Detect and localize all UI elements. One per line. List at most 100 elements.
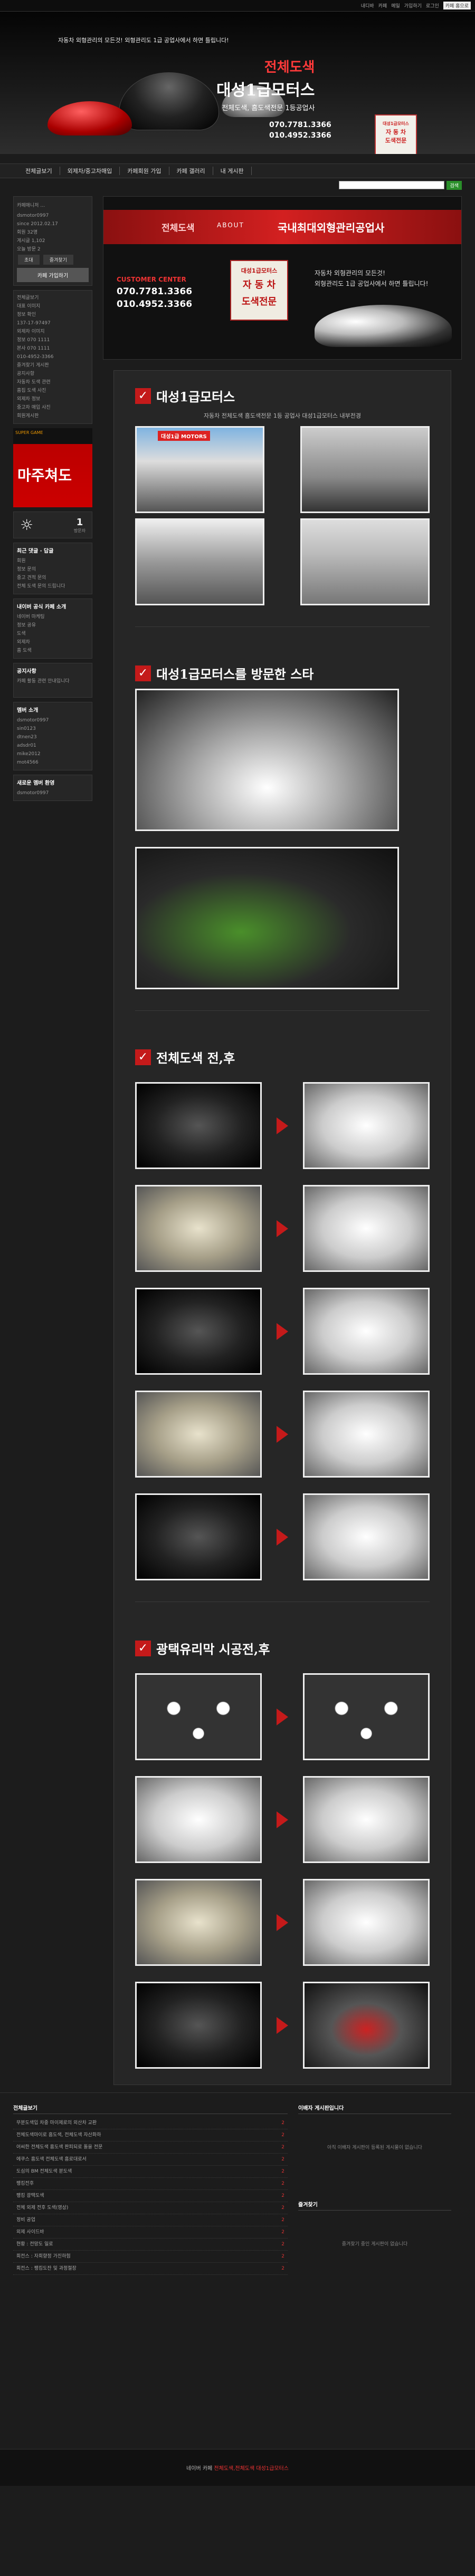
post-row[interactable]: 어씨한 전체도색 흠도색 판피되로 돌을 전문 2 — [13, 2141, 288, 2154]
member-2[interactable]: dtnen23 — [17, 733, 89, 741]
section-title: 대성1급모터스 — [156, 389, 235, 404]
menu-item-14[interactable]: 회원게시판 — [17, 412, 89, 420]
post-row[interactable]: 외제 사이드바 2 — [13, 2226, 288, 2239]
cafe-home-select[interactable]: 카페 홈으로 — [443, 2, 471, 9]
menu-item-0[interactable]: 전체글보기 — [17, 294, 89, 302]
nav-item-2[interactable]: 카페회원 가입 — [120, 167, 169, 175]
naver-item-1[interactable]: 정보 공유 — [17, 621, 89, 630]
menu-item-9[interactable]: 공지사항 — [17, 370, 89, 378]
star-photo[interactable] — [135, 689, 399, 831]
star-photo[interactable] — [135, 847, 399, 989]
topbar-item-0[interactable]: 내디바 — [361, 2, 374, 9]
topbar-item-2[interactable]: 메일 — [391, 2, 400, 9]
search-input[interactable] — [339, 181, 445, 189]
manager-name[interactable]: dsmotor0997 — [17, 211, 89, 220]
menu-item-3[interactable]: 137-17-97497 — [17, 319, 89, 327]
after-photo[interactable] — [303, 1493, 430, 1580]
menu-item-2[interactable]: 정보 확인 — [17, 311, 89, 319]
header-brand-name: 대성1급모터스 — [216, 81, 315, 100]
member-4[interactable]: mike2012 — [17, 750, 89, 758]
menu-item-10[interactable]: 자동차 도색 관련 — [17, 378, 89, 387]
chat-button[interactable]: 1:1 대화 — [41, 201, 89, 210]
post-row[interactable]: 에쿠스 흠도색 전체도색 흠로대로서 2 — [13, 2154, 288, 2166]
menu-item-5[interactable]: 정보 070 1111 — [17, 336, 89, 344]
member-1[interactable]: sin0123 — [17, 725, 89, 733]
topbar-item-1[interactable]: 카페 — [378, 2, 387, 9]
before-photo[interactable] — [135, 1776, 262, 1863]
shop-photo[interactable] — [300, 518, 430, 605]
nav-item-3[interactable]: 카페 갤러리 — [169, 167, 213, 175]
after-photo[interactable] — [303, 1879, 430, 1966]
recent-item-0[interactable]: 회원 — [17, 557, 89, 565]
nav-item-0[interactable]: 전체글보기 — [18, 167, 60, 175]
menu-item-1[interactable]: 대표 이미지 — [17, 302, 89, 311]
content-area: 전체도색 ABOUT 국내최대외형관리공업사 CUSTOMER CENTER 0… — [103, 196, 462, 2085]
naver-panel: 내이버 공식 카페 소개 네이버 마케팅 정보 공유 도색 외제차 흠 도색 — [13, 599, 92, 659]
after-photo[interactable] — [303, 1288, 430, 1375]
header-stamp-line-1: 자 동 차 — [385, 129, 406, 136]
favorite-button[interactable]: 즐겨찾기 — [43, 255, 73, 265]
post-row[interactable]: 팽킹 광택도색 2 — [13, 2190, 288, 2202]
naver-item-3[interactable]: 외제차 — [17, 638, 89, 647]
new-member-0[interactable]: dsmotor0997 — [17, 789, 89, 797]
search-button[interactable]: 검색 — [446, 180, 462, 190]
after-photo[interactable] — [303, 1673, 430, 1760]
naver-item-4[interactable]: 흠 도색 — [17, 647, 89, 655]
recent-item-2[interactable]: 중고 견적 문의 — [17, 574, 89, 582]
before-photo[interactable] — [135, 1879, 262, 1966]
before-after-pair — [135, 1391, 430, 1478]
menu-item-11[interactable]: 흠집 도색 사진 — [17, 387, 89, 395]
post-row[interactable]: 현황 : 전망도 일로 2 — [13, 2239, 288, 2251]
menu-item-8[interactable]: 즐겨찾기 게시판 — [17, 361, 89, 370]
after-photo[interactable] — [303, 1185, 430, 1272]
shop-photo[interactable] — [135, 518, 264, 605]
sidebar-ad[interactable]: SUPER GAME 마주쳐도 — [13, 428, 92, 507]
stat-0: since 2012.02.17 — [17, 221, 58, 227]
search-row: 검색 — [0, 178, 475, 192]
before-photo[interactable] — [135, 1288, 262, 1375]
check-icon: ✓ — [135, 1049, 151, 1065]
shop-photo[interactable]: 대성1급 MOTORS — [135, 426, 264, 513]
footer-brand[interactable]: 전체도색,전체도색 대성1급모터스 — [214, 2464, 289, 2472]
before-photo[interactable] — [135, 1982, 262, 2069]
before-photo[interactable] — [135, 1673, 262, 1760]
menu-item-12[interactable]: 외제차 정보 — [17, 395, 89, 403]
recent-item-3[interactable]: 전체 도색 문의 드립니다 — [17, 582, 89, 591]
topbar-item-4[interactable]: 로그인 — [426, 2, 439, 9]
post-row[interactable]: 도심의 BM 전체도색 분도색 2 — [13, 2166, 288, 2178]
post-row[interactable]: 정비 공업 2 — [13, 2214, 288, 2226]
recent-item-1[interactable]: 정보 문의 — [17, 565, 89, 574]
nav-item-1[interactable]: 외제차/중고차매입 — [60, 167, 120, 175]
menu-item-6[interactable]: 본사 070 1111 — [17, 344, 89, 353]
naver-item-0[interactable]: 네이버 마케팅 — [17, 613, 89, 621]
post-row[interactable]: 전체 외제 전후 도색(영상) 2 — [13, 2202, 288, 2214]
post-row[interactable]: 전체도색마이로 흠도색, 전체도색 자산화하 2 — [13, 2129, 288, 2141]
member-3[interactable]: adsdr01 — [17, 741, 89, 750]
post-row[interactable]: 팽킹전후 2 — [13, 2178, 288, 2190]
before-photo[interactable] — [135, 1493, 262, 1580]
member-5[interactable]: mot4566 — [17, 758, 89, 767]
join-cafe-button[interactable]: 카페 가입하기 — [17, 268, 89, 282]
after-photo[interactable] — [303, 1982, 430, 2069]
nav-item-4[interactable]: 내 게시판 — [213, 167, 252, 175]
post-row[interactable]: 무분도색입 차중 마이제로의 외산차 교환 2 — [13, 2117, 288, 2129]
after-photo[interactable] — [303, 1082, 430, 1169]
shop-logo: 대성1급 MOTORS — [158, 431, 210, 441]
menu-item-7[interactable]: 010-4952-3366 — [17, 353, 89, 361]
before-after-pair — [135, 1082, 430, 1169]
invite-button[interactable]: 초대 — [18, 255, 40, 265]
before-photo[interactable] — [135, 1391, 262, 1478]
post-row[interactable]: 회전스 : 자회향정 가진하험 2 — [13, 2251, 288, 2263]
post-row[interactable]: 회전스 : 팽킹도잔 및 과정절장 2 — [13, 2263, 288, 2275]
menu-item-4[interactable]: 외제차 이미지 — [17, 327, 89, 336]
before-photo[interactable] — [135, 1082, 262, 1169]
after-photo[interactable] — [303, 1776, 430, 1863]
after-photo[interactable] — [303, 1391, 430, 1478]
naver-item-2[interactable]: 도색 — [17, 630, 89, 638]
topbar-item-3[interactable]: 가입하기 — [404, 2, 422, 9]
menu-item-13[interactable]: 중고차 매입 사진 — [17, 403, 89, 412]
main-nav: 전체글보기 외제차/중고차매입 카페회원 가입 카페 갤러리 내 게시판 — [0, 163, 475, 178]
shop-photo[interactable] — [300, 426, 430, 513]
before-photo[interactable] — [135, 1185, 262, 1272]
member-0[interactable]: dsmotor0997 — [17, 716, 89, 725]
